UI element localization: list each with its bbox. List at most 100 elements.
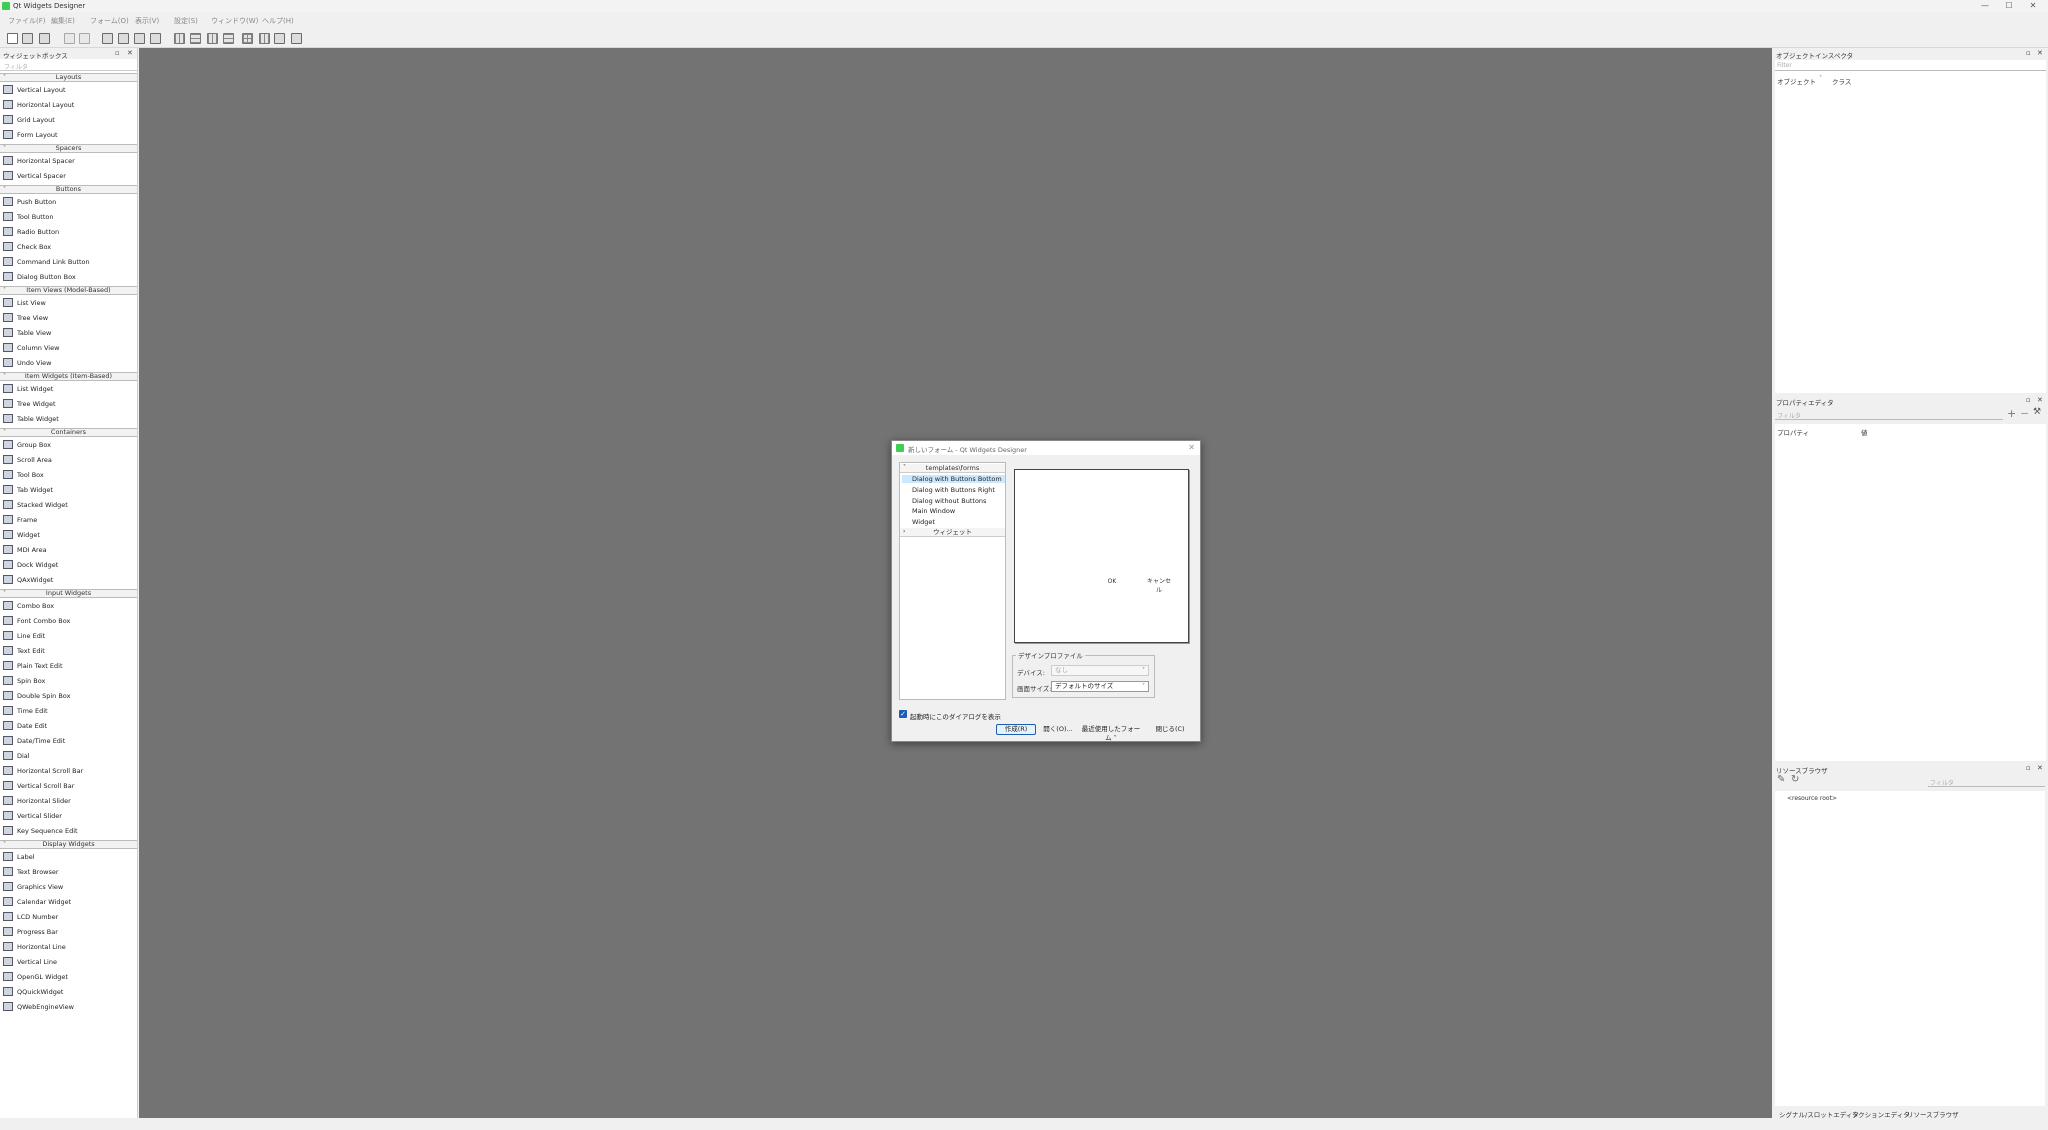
maximize-icon[interactable]: ☐ — [2004, 1, 2014, 10]
collapse-caret-icon[interactable]: ˅ — [3, 145, 6, 152]
resource-filter[interactable]: フィルタ — [1928, 776, 2045, 787]
widget-category-header[interactable]: ˅ Item Widgets (Item-Based) — [0, 372, 137, 381]
new-form-icon[interactable] — [7, 33, 18, 44]
edit-widgets-icon[interactable] — [102, 33, 113, 44]
screen-size-combo[interactable]: デフォルトのサイズ ˅ — [1051, 681, 1149, 692]
widget-item[interactable]: LCD Number — [0, 909, 137, 924]
widget-item[interactable]: Undo View — [0, 355, 137, 370]
float-dock-icon[interactable]: ▫ — [2026, 764, 2031, 772]
widget-item[interactable]: Horizontal Slider — [0, 793, 137, 808]
widget-item[interactable]: Dial — [0, 748, 137, 763]
widget-item[interactable]: Radio Button — [0, 224, 137, 239]
edit-buddies-icon[interactable] — [134, 33, 145, 44]
widget-item[interactable]: Check Box — [0, 239, 137, 254]
property-editor-filter[interactable]: フィルタ — [1775, 409, 2003, 420]
widget-item[interactable]: Combo Box — [0, 598, 137, 613]
widget-item[interactable]: Vertical Line — [0, 954, 137, 969]
widget-item[interactable]: OpenGL Widget — [0, 969, 137, 984]
widget-item[interactable]: Graphics View — [0, 879, 137, 894]
column-header-property[interactable]: プロパティ — [1777, 427, 1809, 439]
widget-category-header[interactable]: ˅ Input Widgets — [0, 589, 137, 598]
open-button[interactable]: 開く(O)... — [1042, 724, 1074, 735]
menu-view[interactable]: 表示(V) — [135, 16, 159, 26]
widget-item[interactable]: Vertical Scroll Bar — [0, 778, 137, 793]
widget-item[interactable]: Stacked Widget — [0, 497, 137, 512]
widget-item[interactable]: Vertical Layout — [0, 82, 137, 97]
edit-resources-icon[interactable]: ✎ — [1777, 774, 1785, 785]
widget-item[interactable]: Text Browser — [0, 864, 137, 879]
widget-item[interactable]: Group Box — [0, 437, 137, 452]
column-header-object[interactable]: オブジェクト — [1777, 76, 1816, 88]
edit-signals-slots-icon[interactable] — [118, 33, 129, 44]
widget-item[interactable]: Progress Bar — [0, 924, 137, 939]
layout-horizontal-icon[interactable] — [174, 33, 185, 44]
widget-category-header[interactable]: ˅ Display Widgets — [0, 840, 137, 849]
menu-form[interactable]: フォーム(O) — [90, 16, 129, 26]
show-on-startup-checkbox[interactable]: ✓ — [899, 710, 907, 718]
collapse-caret-icon[interactable]: ˅ — [3, 287, 6, 294]
widget-item[interactable]: Tree Widget — [0, 396, 137, 411]
add-dynamic-property-icon[interactable]: + — [2007, 407, 2016, 420]
save-form-icon[interactable] — [39, 33, 50, 44]
widget-category-header[interactable]: ˅ Item Views (Model-Based) — [0, 286, 137, 295]
reload-icon[interactable]: ↻ — [1791, 774, 1799, 785]
column-header-class[interactable]: クラス — [1832, 76, 1851, 88]
widget-item[interactable]: Dock Widget — [0, 557, 137, 572]
expand-caret-icon[interactable]: › — [903, 528, 905, 536]
widget-item[interactable]: Date Edit — [0, 718, 137, 733]
redo-icon[interactable] — [79, 33, 90, 44]
widget-box-filter[interactable]: フィルタ — [0, 59, 137, 71]
widget-item[interactable]: Widget — [0, 527, 137, 542]
widget-item[interactable]: Table View — [0, 325, 137, 340]
collapse-caret-icon[interactable]: ˅ — [3, 429, 6, 436]
widget-item[interactable]: Horizontal Layout — [0, 97, 137, 112]
float-dock-icon[interactable]: ▫ — [115, 49, 120, 57]
templates-forms-header[interactable]: ˅ templates\forms — [900, 464, 1005, 473]
remove-dynamic-property-icon[interactable]: − — [2020, 407, 2029, 420]
collapse-caret-icon[interactable]: ˅ — [3, 74, 6, 81]
widget-item[interactable]: Horizontal Spacer — [0, 153, 137, 168]
close-button[interactable]: 閉じる(C) — [1152, 724, 1188, 735]
layout-grid-icon[interactable] — [242, 33, 253, 44]
widgets-header[interactable]: › ウィジェット — [900, 528, 1005, 537]
menu-window[interactable]: ウィンドウ(W) — [211, 16, 258, 26]
template-item-widget[interactable]: Widget — [912, 518, 935, 526]
widget-category-header[interactable]: ˅ Spacers — [0, 144, 137, 153]
menu-file[interactable]: ファイル(F) — [8, 16, 46, 26]
collapse-caret-icon[interactable]: ˅ — [3, 186, 6, 193]
open-form-icon[interactable] — [22, 33, 33, 44]
template-item-dialog-without-buttons[interactable]: Dialog without Buttons — [912, 497, 986, 505]
collapse-caret-icon[interactable]: ˅ — [3, 373, 6, 380]
undo-icon[interactable] — [64, 33, 75, 44]
widget-item[interactable]: Font Combo Box — [0, 613, 137, 628]
layout-horizontal-splitter-icon[interactable] — [207, 33, 218, 44]
widget-item[interactable]: List Widget — [0, 381, 137, 396]
close-window-icon[interactable]: ✕ — [2028, 1, 2038, 10]
widget-item[interactable]: Scroll Area — [0, 452, 137, 467]
collapse-caret-icon[interactable]: ˅ — [3, 590, 6, 597]
widget-item[interactable]: Column View — [0, 340, 137, 355]
float-dock-icon[interactable]: ▫ — [2026, 396, 2031, 404]
collapse-caret-icon[interactable]: ˅ — [903, 464, 906, 472]
template-item-main-window[interactable]: Main Window — [912, 507, 955, 515]
menu-edit[interactable]: 編集(E) — [51, 16, 75, 26]
dialog-close-icon[interactable]: ✕ — [1188, 443, 1195, 452]
widget-item[interactable]: Table Widget — [0, 411, 137, 426]
widget-item[interactable]: Plain Text Edit — [0, 658, 137, 673]
column-header-value[interactable]: 値 — [1861, 427, 1868, 439]
widget-category-header[interactable]: ˅ Buttons — [0, 185, 137, 194]
template-item-dialog-buttons-right[interactable]: Dialog with Buttons Right — [912, 486, 995, 494]
widget-item[interactable]: Form Layout — [0, 127, 137, 142]
close-dock-icon[interactable]: ✕ — [2037, 764, 2043, 772]
resource-root-item[interactable]: <resource root> — [1787, 795, 1837, 802]
widget-item[interactable]: Tree View — [0, 310, 137, 325]
widget-item[interactable]: Label — [0, 849, 137, 864]
layout-form-icon[interactable] — [259, 33, 270, 44]
adjust-size-icon[interactable] — [291, 33, 302, 44]
widget-item[interactable]: QQuickWidget — [0, 984, 137, 999]
widget-item[interactable]: Horizontal Scroll Bar — [0, 763, 137, 778]
widget-item[interactable]: Text Edit — [0, 643, 137, 658]
recent-forms-button[interactable]: 最近使用したフォーム ˅ — [1080, 724, 1142, 742]
float-dock-icon[interactable]: ▫ — [2026, 49, 2031, 57]
menu-settings[interactable]: 設定(S) — [174, 16, 198, 26]
